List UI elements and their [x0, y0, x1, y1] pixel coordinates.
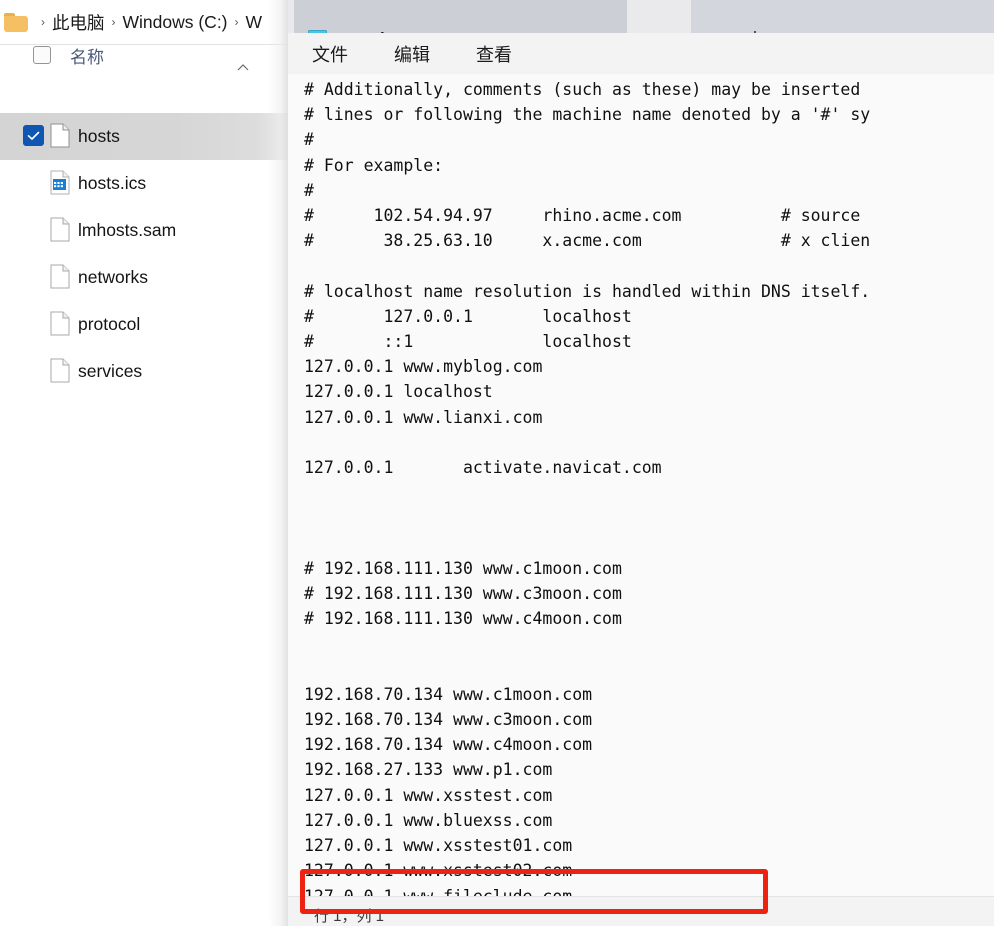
list-item-label: hosts.ics [78, 173, 147, 193]
list-item-label: lmhosts.sam [78, 220, 177, 240]
document-icon [50, 123, 70, 148]
list-item-label: protocol [78, 314, 141, 334]
list-item[interactable]: protocol [0, 301, 290, 348]
breadcrumb-separator: › [41, 15, 45, 29]
tab-hosts[interactable] [294, 0, 627, 33]
breadcrumb-item-this-pc[interactable]: 此电脑 [52, 10, 105, 35]
list-item-label: hosts [78, 126, 120, 146]
list-item-label: networks [78, 267, 149, 287]
row-checkbox[interactable] [23, 125, 44, 146]
folder-icon [4, 12, 28, 32]
list-item[interactable]: hosts.ics [0, 160, 290, 207]
document-icon [50, 217, 70, 242]
new-tab-button[interactable] [691, 0, 994, 33]
notepad-window: hosts 文件 编辑 查看 # Additionally, comments … [288, 0, 994, 926]
select-all-checkbox[interactable] [33, 46, 51, 64]
list-item[interactable]: hosts [0, 113, 290, 160]
list-item-label: services [78, 361, 143, 381]
document-icon [50, 358, 70, 383]
menu-item-file[interactable]: 文件 [304, 39, 356, 69]
menu-bar: 文件 编辑 查看 [288, 33, 994, 74]
column-header-name[interactable]: 名称 [70, 43, 104, 68]
breadcrumb-separator: › [234, 15, 239, 29]
breadcrumb[interactable]: › 此电脑 › Windows (C:) › W [0, 0, 290, 44]
document-icon [50, 311, 70, 336]
breadcrumb-item-truncated[interactable]: W [246, 12, 263, 33]
status-bar: 行 1，列 1 [288, 896, 994, 926]
document-icon [50, 264, 70, 289]
text-editor-area[interactable]: # Additionally, comments (such as these)… [288, 74, 994, 896]
list-item[interactable]: services [0, 348, 290, 395]
menu-item-view[interactable]: 查看 [468, 39, 520, 69]
editor-content[interactable]: # Additionally, comments (such as these)… [304, 77, 870, 896]
status-cursor-position: 行 1，列 1 [314, 908, 385, 925]
file-explorer-window: › 此电脑 › Windows (C:) › W 名称 hosts hosts.… [0, 0, 290, 926]
menu-item-edit[interactable]: 编辑 [386, 39, 438, 69]
calendar-file-icon [50, 170, 70, 195]
file-list[interactable]: hosts hosts.ics lmhosts.sam networks pro [0, 113, 290, 395]
chevron-up-icon [237, 58, 249, 71]
list-item[interactable]: networks [0, 254, 290, 301]
breadcrumb-separator: › [111, 15, 116, 29]
breadcrumb-item-windows-c[interactable]: Windows (C:) [123, 12, 228, 33]
list-item[interactable]: lmhosts.sam [0, 207, 290, 254]
